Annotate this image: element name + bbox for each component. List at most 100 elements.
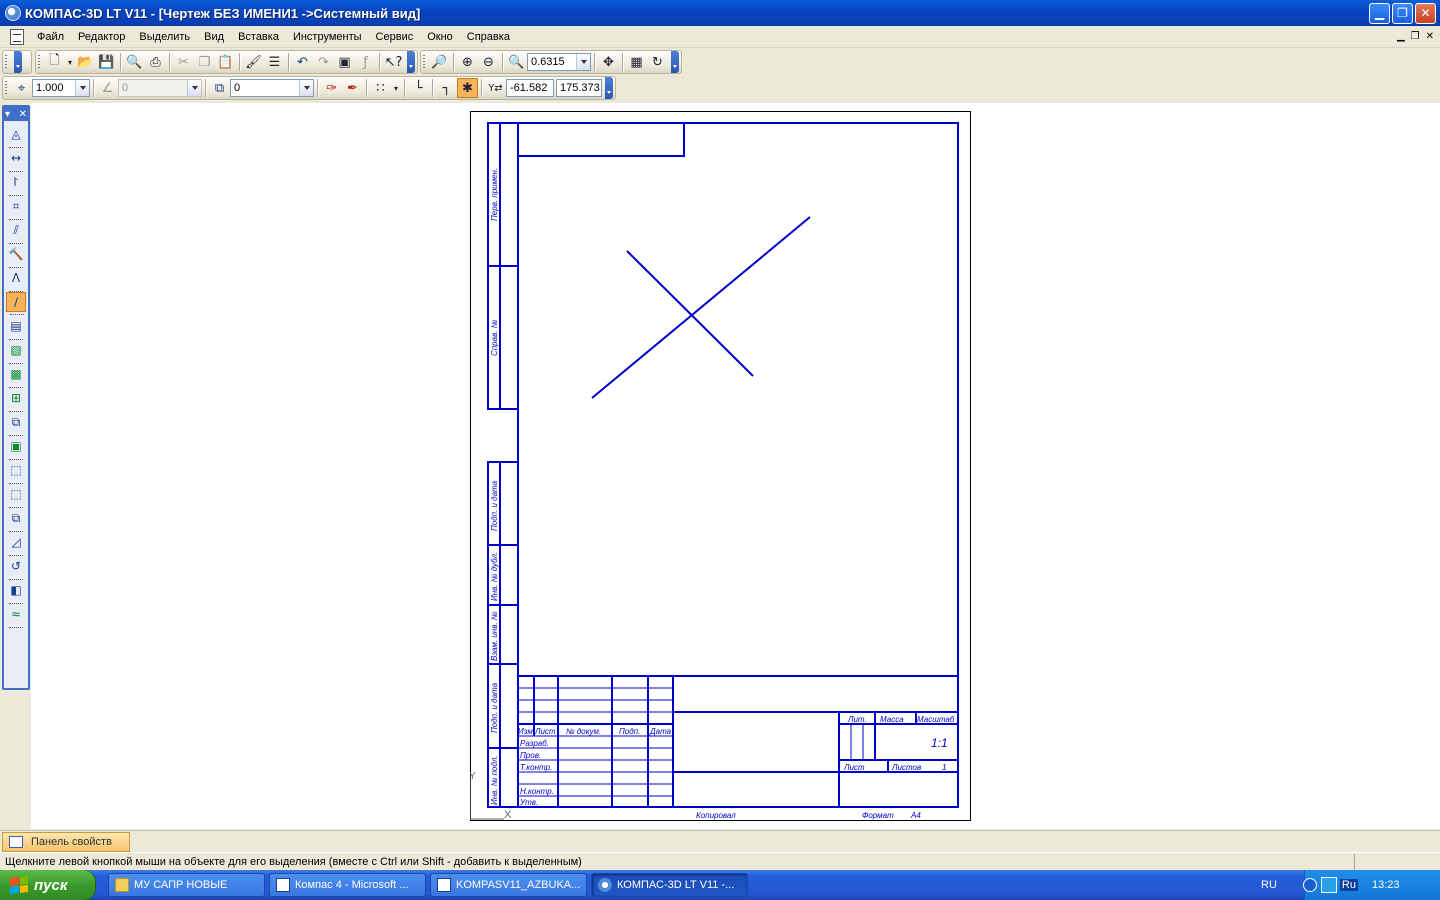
task-word-2[interactable]: KOMPASV11_AZBUKA... <box>430 873 587 897</box>
task-folder[interactable]: МУ САПР НОВЫЕ <box>108 873 265 897</box>
angle-combo[interactable]: 0 <box>118 79 202 97</box>
new-dropdown-icon[interactable]: ▾ <box>65 52 75 72</box>
local-cs-icon[interactable]: └ <box>408 78 429 98</box>
refresh-icon[interactable]: ↻ <box>647 52 668 72</box>
editing-icon[interactable]: ⌗ <box>6 196 26 220</box>
chevron-down-icon[interactable] <box>576 54 590 70</box>
grid-icon[interactable]: ∷ <box>370 78 391 98</box>
format-painter-icon[interactable]: 🖌 <box>243 52 264 72</box>
layer-combo[interactable]: 0 <box>230 79 314 97</box>
menu-tools[interactable]: Инструменты <box>286 31 369 43</box>
rotate-icon[interactable]: ↺ <box>6 556 26 580</box>
undo-icon[interactable]: ↶ <box>292 52 313 72</box>
spec-icon[interactable]: ▤ <box>6 316 26 340</box>
panel-close-icon[interactable]: ✕ <box>19 109 27 120</box>
zoom-in-icon[interactable]: ⊕ <box>457 52 478 72</box>
language-label[interactable]: RU <box>1261 879 1277 891</box>
menu-service[interactable]: Сервис <box>369 31 421 43</box>
coord-x-field[interactable]: -61.582 <box>506 79 554 97</box>
variables-icon[interactable]: ƒ <box>355 52 376 72</box>
manager-icon[interactable]: ▣ <box>334 52 355 72</box>
task-word-1[interactable]: Компас 4 - Microsoft ... <box>269 873 426 897</box>
chevron-down-icon[interactable] <box>75 80 89 96</box>
start-button[interactable]: пуск <box>0 870 96 900</box>
measure-icon[interactable]: 🔨 <box>6 244 26 268</box>
zoom-scale-icon[interactable]: 🔍 <box>506 52 527 72</box>
grid-dropdown-icon[interactable]: ▾ <box>391 78 401 98</box>
save-icon[interactable]: 💾 <box>96 52 117 72</box>
dimensions-icon[interactable]: ↔ <box>6 148 26 172</box>
a4-drawing-sheet[interactable]: Y X Изм. Лист № докум. Подп. Дата Разраб… <box>470 111 972 823</box>
designations-icon[interactable]: ⨡ <box>6 172 26 196</box>
ortho-icon[interactable]: ┐ <box>436 78 457 98</box>
geometry-icon[interactable]: ◬ <box>6 124 26 148</box>
macro-icon[interactable]: ⊞ <box>6 388 26 412</box>
pan-icon[interactable]: ✥ <box>598 52 619 72</box>
snaps-icon[interactable]: ∕ <box>6 292 26 315</box>
document-icon[interactable] <box>10 28 24 45</box>
angle-icon[interactable]: ∠ <box>97 78 118 98</box>
view-toolbar-overflow-icon[interactable] <box>671 51 679 73</box>
chevron-down-icon[interactable] <box>187 80 201 96</box>
mdi-minimize-icon[interactable]: ▁ <box>1397 31 1405 42</box>
hatch-icon[interactable]: ≈ <box>6 604 26 628</box>
new-document-icon[interactable]: 🗋 <box>44 52 65 72</box>
zoom-out-icon[interactable]: ⊖ <box>478 52 499 72</box>
panel-menu-icon[interactable]: ▾ <box>5 109 10 120</box>
copy-icon[interactable]: ❐ <box>194 52 215 72</box>
show-all-icon[interactable]: ▦ <box>626 52 647 72</box>
insert-fragment-icon[interactable]: ▩ <box>6 364 26 388</box>
print-preview-icon[interactable]: 🔍 <box>124 52 145 72</box>
menu-help[interactable]: Справка <box>460 31 517 43</box>
tray-arrow-icon[interactable] <box>1302 878 1317 892</box>
tray-app-icon[interactable] <box>1320 877 1337 893</box>
title-bar[interactable]: КОМПАС-3D LT V11 - [Чертеж БЕЗ ИМЕНИ1 ->… <box>0 0 1440 26</box>
compact-panel-header[interactable]: ▾ ✕ <box>4 107 28 121</box>
drawing-canvas[interactable]: Y X Изм. Лист № докум. Подп. Дата Разраб… <box>31 103 1440 829</box>
round-mode-icon[interactable]: ✱ <box>457 78 478 98</box>
menu-edit[interactable]: Редактор <box>71 31 132 43</box>
menu-file[interactable]: Файл <box>30 31 71 43</box>
frame-icon[interactable]: ⬚ <box>6 460 26 484</box>
rect-select-icon[interactable]: ⬚ <box>6 484 26 508</box>
local-snap-icon[interactable]: ✒ <box>342 78 363 98</box>
open-folder-icon[interactable]: 📂 <box>75 52 96 72</box>
menu-view[interactable]: Вид <box>197 31 231 43</box>
restore-button[interactable]: ❐ <box>1392 2 1413 24</box>
chevron-down-icon[interactable] <box>299 80 313 96</box>
kompas-app-icon[interactable] <box>5 5 21 21</box>
select-icon[interactable]: Λ <box>6 268 26 292</box>
mdi-restore-icon[interactable]: ❐ <box>1411 31 1420 42</box>
keyboard-layout-indicator[interactable]: Ru <box>1339 879 1358 891</box>
print-icon[interactable]: ⎙ <box>145 52 166 72</box>
mdi-close-icon[interactable]: ✕ <box>1426 31 1434 42</box>
parametrization-icon[interactable]: ⫽ <box>6 220 26 244</box>
scale-icon[interactable]: ◿ <box>6 532 26 556</box>
snap-icon[interactable]: ✑ <box>321 78 342 98</box>
current-state-overflow-icon[interactable] <box>605 77 613 99</box>
coord-y-field[interactable]: 175.373 <box>556 79 602 97</box>
paste-icon[interactable]: 📋 <box>215 52 236 72</box>
menu-select[interactable]: Выделить <box>132 31 197 43</box>
properties-icon[interactable]: ☰ <box>264 52 285 72</box>
properties-panel-tab[interactable]: Панель свойств <box>2 832 130 852</box>
cut-icon[interactable]: ✂ <box>173 52 194 72</box>
standard-toolbar-overflow-icon[interactable] <box>407 51 415 73</box>
help-pointer-icon[interactable]: ↖? <box>383 52 404 72</box>
cursor-step-icon[interactable]: ⌖ <box>11 78 32 98</box>
menu-insert[interactable]: Вставка <box>231 31 286 43</box>
views-icon[interactable]: ▣ <box>6 436 26 460</box>
copy-select-icon[interactable]: ⧉ <box>6 508 26 532</box>
coordinates-icon[interactable]: Y⇄ <box>485 78 506 98</box>
clock[interactable]: 13:23 <box>1372 879 1400 891</box>
minimize-button[interactable]: ▁ <box>1369 2 1390 24</box>
zoom-window-icon[interactable]: 🔎 <box>429 52 450 72</box>
layers-icon[interactable]: ⧉ <box>209 78 230 98</box>
toolbar-overflow-icon[interactable] <box>14 51 22 73</box>
redo-icon[interactable]: ↷ <box>313 52 334 72</box>
task-kompas[interactable]: КОМПАС-3D LT V11 -... <box>591 873 748 897</box>
step-combo[interactable]: 1.000 <box>32 79 90 97</box>
layers-panel-icon[interactable]: ⧉ <box>6 412 26 436</box>
mirror-icon[interactable]: ◧ <box>6 580 26 604</box>
menu-window[interactable]: Окно <box>420 31 460 43</box>
